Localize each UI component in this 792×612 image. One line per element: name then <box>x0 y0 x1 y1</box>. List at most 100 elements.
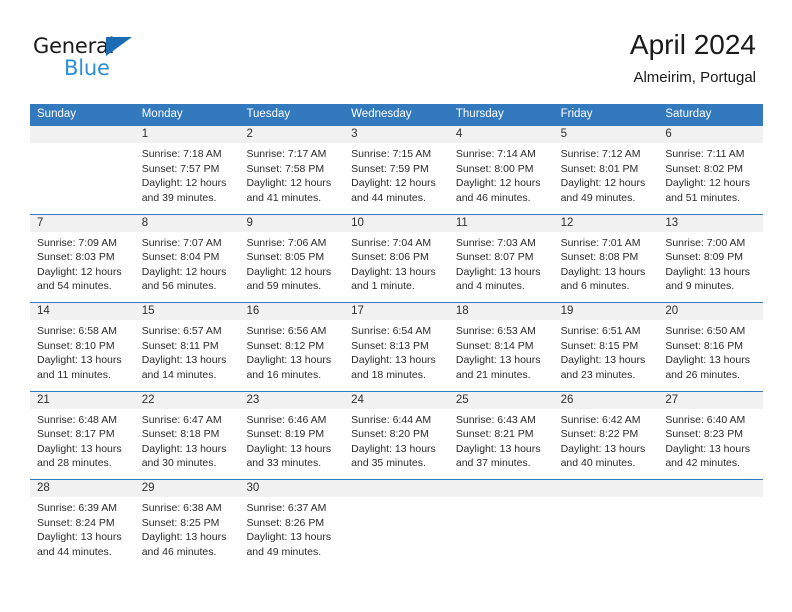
day-number: 5 <box>560 128 567 140</box>
day-number: 11 <box>455 216 468 229</box>
day-number: 3 <box>351 128 358 140</box>
page-header: General Blue April 2024 Almeirim, Portug… <box>0 0 792 104</box>
day-info: Sunrise: 6:46 AM Sunset: 8:19 PM Dayligh… <box>239 409 344 471</box>
day-number-band: 25 <box>448 391 554 409</box>
daylight-text-line2: and 4 minutes. <box>455 280 525 293</box>
day-cell[interactable]: 25 Sunrise: 6:43 AM Sunset: 8:21 PM Dayl… <box>448 391 554 480</box>
sunset-text: Sunset: 8:19 PM <box>246 428 325 441</box>
daylight-text-line2: and 59 minutes. <box>246 280 322 293</box>
day-number: 22 <box>141 393 155 406</box>
day-cell[interactable]: 15 Sunrise: 6:57 AM Sunset: 8:11 PM Dayl… <box>134 303 240 391</box>
day-cell[interactable] <box>658 480 764 568</box>
daylight-text-line2: and 37 minutes. <box>455 457 531 470</box>
sunrise-text: Sunrise: 6:40 AM <box>665 413 746 426</box>
day-number-band: 19 <box>553 303 659 320</box>
day-cell[interactable]: 14 Sunrise: 6:58 AM Sunset: 8:10 PM Dayl… <box>30 303 135 391</box>
day-cell[interactable]: 5 Sunrise: 7:12 AM Sunset: 8:01 PM Dayli… <box>553 126 659 214</box>
daylight-text-line2: and 42 minutes. <box>665 457 741 470</box>
day-number: 24 <box>351 393 364 406</box>
day-cell[interactable]: 1 Sunrise: 7:18 AM Sunset: 7:57 PM Dayli… <box>134 126 240 214</box>
sunset-text: Sunset: 8:07 PM <box>455 251 534 264</box>
day-number: 7 <box>37 216 44 229</box>
day-cell[interactable]: 2 Sunrise: 7:17 AM Sunset: 7:58 PM Dayli… <box>239 126 345 214</box>
day-cell[interactable]: 8 Sunrise: 7:07 AM Sunset: 8:04 PM Dayli… <box>134 214 240 303</box>
sunset-text: Sunset: 8:25 PM <box>141 516 220 529</box>
day-cell[interactable]: 17 Sunrise: 6:54 AM Sunset: 8:13 PM Dayl… <box>344 303 449 391</box>
day-cell[interactable]: 22 Sunrise: 6:47 AM Sunset: 8:18 PM Dayl… <box>134 391 240 480</box>
sunset-text: Sunset: 8:23 PM <box>665 428 743 441</box>
daylight-text-line2: and 1 minute. <box>351 280 415 293</box>
day-number-band: 5 <box>553 126 659 143</box>
day-info: Sunrise: 7:07 AM Sunset: 8:04 PM Dayligh… <box>135 232 240 294</box>
week-row: 7 Sunrise: 7:09 AM Sunset: 8:03 PM Dayli… <box>30 213 764 303</box>
day-info: Sunrise: 7:14 AM Sunset: 8:00 PM Dayligh… <box>449 143 554 205</box>
day-cell[interactable]: 4 Sunrise: 7:14 AM Sunset: 8:00 PM Dayli… <box>448 126 554 214</box>
day-cell[interactable] <box>344 480 449 568</box>
week-row: 21 Sunrise: 6:48 AM Sunset: 8:17 PM Dayl… <box>30 390 764 480</box>
day-number-band: 12 <box>553 214 659 232</box>
day-cell[interactable]: 27 Sunrise: 6:40 AM Sunset: 8:23 PM Dayl… <box>658 391 764 480</box>
calendar-grid: Sunday Monday Tuesday Wednesday Thursday… <box>30 104 764 568</box>
day-info: Sunrise: 7:15 AM Sunset: 7:59 PM Dayligh… <box>344 143 449 205</box>
day-number: 14 <box>37 305 50 317</box>
day-cell[interactable]: 28 Sunrise: 6:39 AM Sunset: 8:24 PM Dayl… <box>30 480 135 568</box>
sunset-text: Sunset: 8:21 PM <box>455 428 534 441</box>
sunset-text: Sunset: 7:59 PM <box>351 162 429 175</box>
day-cell[interactable]: 26 Sunrise: 6:42 AM Sunset: 8:22 PM Dayl… <box>553 391 659 480</box>
daylight-text-line2: and 28 minutes. <box>37 457 112 470</box>
day-cell[interactable]: 7 Sunrise: 7:09 AM Sunset: 8:03 PM Dayli… <box>30 214 135 303</box>
day-number: 16 <box>246 305 260 317</box>
day-number-band: 16 <box>239 303 345 320</box>
day-info <box>449 497 554 501</box>
sunset-text: Sunset: 8:14 PM <box>455 339 534 352</box>
sunrise-text: Sunrise: 7:18 AM <box>141 148 222 160</box>
day-cell[interactable]: 21 Sunrise: 6:48 AM Sunset: 8:17 PM Dayl… <box>30 391 135 480</box>
day-number-band: 14 <box>30 303 135 320</box>
sunset-text: Sunset: 8:00 PM <box>455 162 534 175</box>
day-info <box>658 497 763 501</box>
day-number-band: 9 <box>239 214 345 232</box>
day-cell[interactable] <box>553 480 659 568</box>
daylight-text-line2: and 46 minutes. <box>141 545 217 558</box>
day-cell[interactable]: 24 Sunrise: 6:44 AM Sunset: 8:20 PM Dayl… <box>344 391 449 480</box>
day-info <box>554 497 659 501</box>
day-info: Sunrise: 6:39 AM Sunset: 8:24 PM Dayligh… <box>30 497 135 559</box>
daylight-text-line2: and 14 minutes. <box>141 368 217 381</box>
daylight-text-line2: and 44 minutes. <box>351 191 426 204</box>
day-cell[interactable]: 30 Sunrise: 6:37 AM Sunset: 8:26 PM Dayl… <box>239 480 345 568</box>
sunrise-text: Sunrise: 7:07 AM <box>141 236 222 249</box>
sunrise-text: Sunrise: 7:01 AM <box>560 236 641 249</box>
day-info: Sunrise: 6:48 AM Sunset: 8:17 PM Dayligh… <box>30 409 135 471</box>
day-cell[interactable]: 13 Sunrise: 7:00 AM Sunset: 8:09 PM Dayl… <box>658 214 764 303</box>
day-cell[interactable] <box>30 126 135 214</box>
daylight-text-line2: and 26 minutes. <box>665 368 741 381</box>
daylight-text-line1: Daylight: 12 hours <box>455 177 541 190</box>
day-cell[interactable]: 6 Sunrise: 7:11 AM Sunset: 8:02 PM Dayli… <box>658 126 764 214</box>
day-cell[interactable] <box>448 480 554 568</box>
day-cell[interactable]: 10 Sunrise: 7:04 AM Sunset: 8:06 PM Dayl… <box>344 214 449 303</box>
day-info: Sunrise: 7:12 AM Sunset: 8:01 PM Dayligh… <box>554 143 659 205</box>
sunset-text: Sunset: 8:05 PM <box>246 251 325 264</box>
day-number: 27 <box>665 393 679 406</box>
sunrise-text: Sunrise: 7:09 AM <box>37 236 117 249</box>
sunset-text: Sunset: 8:03 PM <box>37 251 115 264</box>
daylight-text-line2: and 30 minutes. <box>141 457 217 470</box>
day-cell[interactable]: 3 Sunrise: 7:15 AM Sunset: 7:59 PM Dayli… <box>344 126 449 214</box>
day-info: Sunrise: 7:00 AM Sunset: 8:09 PM Dayligh… <box>658 232 763 294</box>
day-number-band: 4 <box>448 126 554 143</box>
day-cell[interactable]: 16 Sunrise: 6:56 AM Sunset: 8:12 PM Dayl… <box>239 303 345 391</box>
day-cell[interactable]: 9 Sunrise: 7:06 AM Sunset: 8:05 PM Dayli… <box>239 214 345 303</box>
day-info: Sunrise: 6:58 AM Sunset: 8:10 PM Dayligh… <box>30 320 135 382</box>
sunrise-text: Sunrise: 6:57 AM <box>141 325 222 337</box>
day-cell[interactable]: 12 Sunrise: 7:01 AM Sunset: 8:08 PM Dayl… <box>553 214 659 303</box>
day-number-band: 23 <box>239 391 345 409</box>
day-cell[interactable]: 19 Sunrise: 6:51 AM Sunset: 8:15 PM Dayl… <box>553 303 659 391</box>
sunset-text: Sunset: 8:20 PM <box>351 428 429 441</box>
day-cell[interactable]: 18 Sunrise: 6:53 AM Sunset: 8:14 PM Dayl… <box>448 303 554 391</box>
day-cell[interactable]: 23 Sunrise: 6:46 AM Sunset: 8:19 PM Dayl… <box>239 391 345 480</box>
sunset-text: Sunset: 8:02 PM <box>665 162 743 175</box>
day-cell[interactable]: 11 Sunrise: 7:03 AM Sunset: 8:07 PM Dayl… <box>448 214 554 303</box>
day-cell[interactable]: 20 Sunrise: 6:50 AM Sunset: 8:16 PM Dayl… <box>658 303 764 391</box>
sunset-text: Sunset: 8:26 PM <box>246 516 325 529</box>
day-cell[interactable]: 29 Sunrise: 6:38 AM Sunset: 8:25 PM Dayl… <box>134 480 240 568</box>
